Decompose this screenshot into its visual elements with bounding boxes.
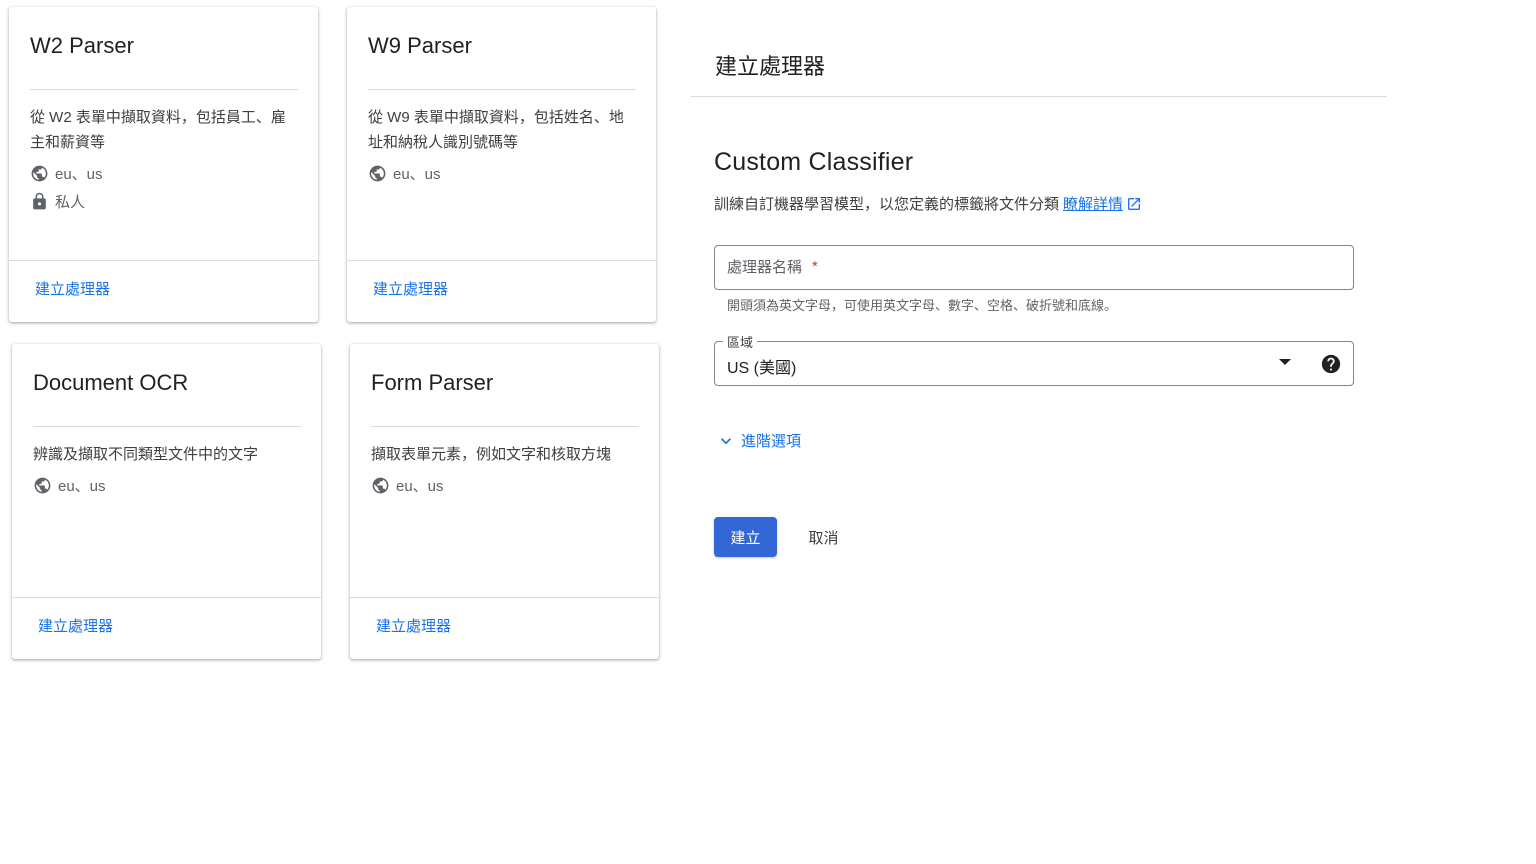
card-regions: eu、us: [33, 475, 106, 495]
globe-icon: [34, 477, 51, 493]
processor-card-form-parser: Form Parser 擷取表單元素，例如文字和核取方塊 eu、us 建立處理器: [350, 344, 659, 659]
card-regions: eu、us: [30, 163, 103, 183]
cancel-button[interactable]: 取消: [796, 517, 851, 557]
regions-text: eu、us: [396, 477, 444, 495]
advanced-options-toggle[interactable]: 進階選項: [716, 430, 801, 451]
chevron-down-icon: [721, 437, 731, 444]
globe-icon: [31, 165, 48, 181]
region-value: US (美國): [727, 360, 797, 377]
help-icon[interactable]: [1320, 353, 1342, 375]
processor-card-document-ocr: Document OCR 辨識及擷取不同類型文件中的文字 eu、us 建立處理器: [12, 344, 321, 659]
card-divider: [368, 89, 636, 90]
dropdown-arrow-icon[interactable]: [1279, 359, 1291, 365]
create-button[interactable]: 建立: [714, 517, 777, 557]
processor-description-text: 訓練自訂機器學習模型，以您定義的標籤將文件分類: [714, 196, 1060, 213]
card-description: 從 W9 表單中擷取資料，包括姓名、地址和納稅人識別號碼等: [368, 109, 624, 151]
card-visibility: 私人: [30, 191, 85, 211]
card-description: 擷取表單元素，例如文字和核取方塊: [371, 446, 612, 463]
card-divider: [371, 426, 639, 427]
processor-type-title: Custom Classifier: [714, 148, 914, 176]
card-divider: [33, 426, 301, 427]
panel-divider: [691, 96, 1387, 97]
processor-description: 訓練自訂機器學習模型，以您定義的標籤將文件分類 瞭解詳情: [714, 193, 1142, 214]
processor-name-field[interactable]: *: [714, 245, 1354, 290]
card-title: W2 Parser: [30, 33, 134, 58]
card-footer-divider: [9, 260, 318, 261]
visibility-text: 私人: [55, 193, 86, 211]
required-mark: *: [812, 258, 818, 275]
region-label: 區域: [723, 332, 758, 351]
card-title: Document OCR: [33, 370, 189, 395]
regions-text: eu、us: [58, 477, 106, 495]
card-regions: eu、us: [371, 475, 444, 495]
card-title: Form Parser: [371, 370, 494, 395]
globe-icon: [372, 477, 389, 493]
regions-text: eu、us: [393, 165, 441, 183]
create-processor-link[interactable]: 建立處理器: [38, 615, 113, 636]
create-processor-link[interactable]: 建立處理器: [376, 615, 451, 636]
card-footer-divider: [347, 260, 656, 261]
processor-name-hint: 開頭須為英文字母，可使用英文字母、數字、空格、破折號和底線。: [727, 298, 1118, 313]
create-processor-link[interactable]: 建立處理器: [35, 278, 110, 299]
card-divider: [30, 89, 298, 90]
card-title: W9 Parser: [368, 33, 472, 58]
card-description: 辨識及擷取不同類型文件中的文字: [33, 446, 259, 463]
card-regions: eu、us: [368, 163, 441, 183]
open-in-new-icon: [1128, 197, 1141, 210]
globe-icon: [369, 165, 386, 181]
lock-icon: [33, 192, 46, 209]
region-select[interactable]: 區域 US (美國): [714, 332, 1354, 386]
regions-text: eu、us: [55, 165, 103, 183]
panel-title: 建立處理器: [715, 54, 826, 79]
learn-more-link[interactable]: 瞭解詳情: [1063, 193, 1123, 214]
create-processor-link[interactable]: 建立處理器: [373, 278, 448, 299]
card-description: 從 W2 表單中擷取資料，包括員工、雇主和薪資等: [30, 109, 286, 151]
processor-card-w2: W2 Parser 從 W2 表單中擷取資料，包括員工、雇主和薪資等 eu、us…: [9, 7, 318, 322]
processor-card-w9: W9 Parser 從 W9 表單中擷取資料，包括姓名、地址和納稅人識別號碼等 …: [347, 7, 656, 322]
advanced-options-label: 進階選項: [741, 433, 802, 450]
card-footer-divider: [12, 597, 321, 598]
card-footer-divider: [350, 597, 659, 598]
